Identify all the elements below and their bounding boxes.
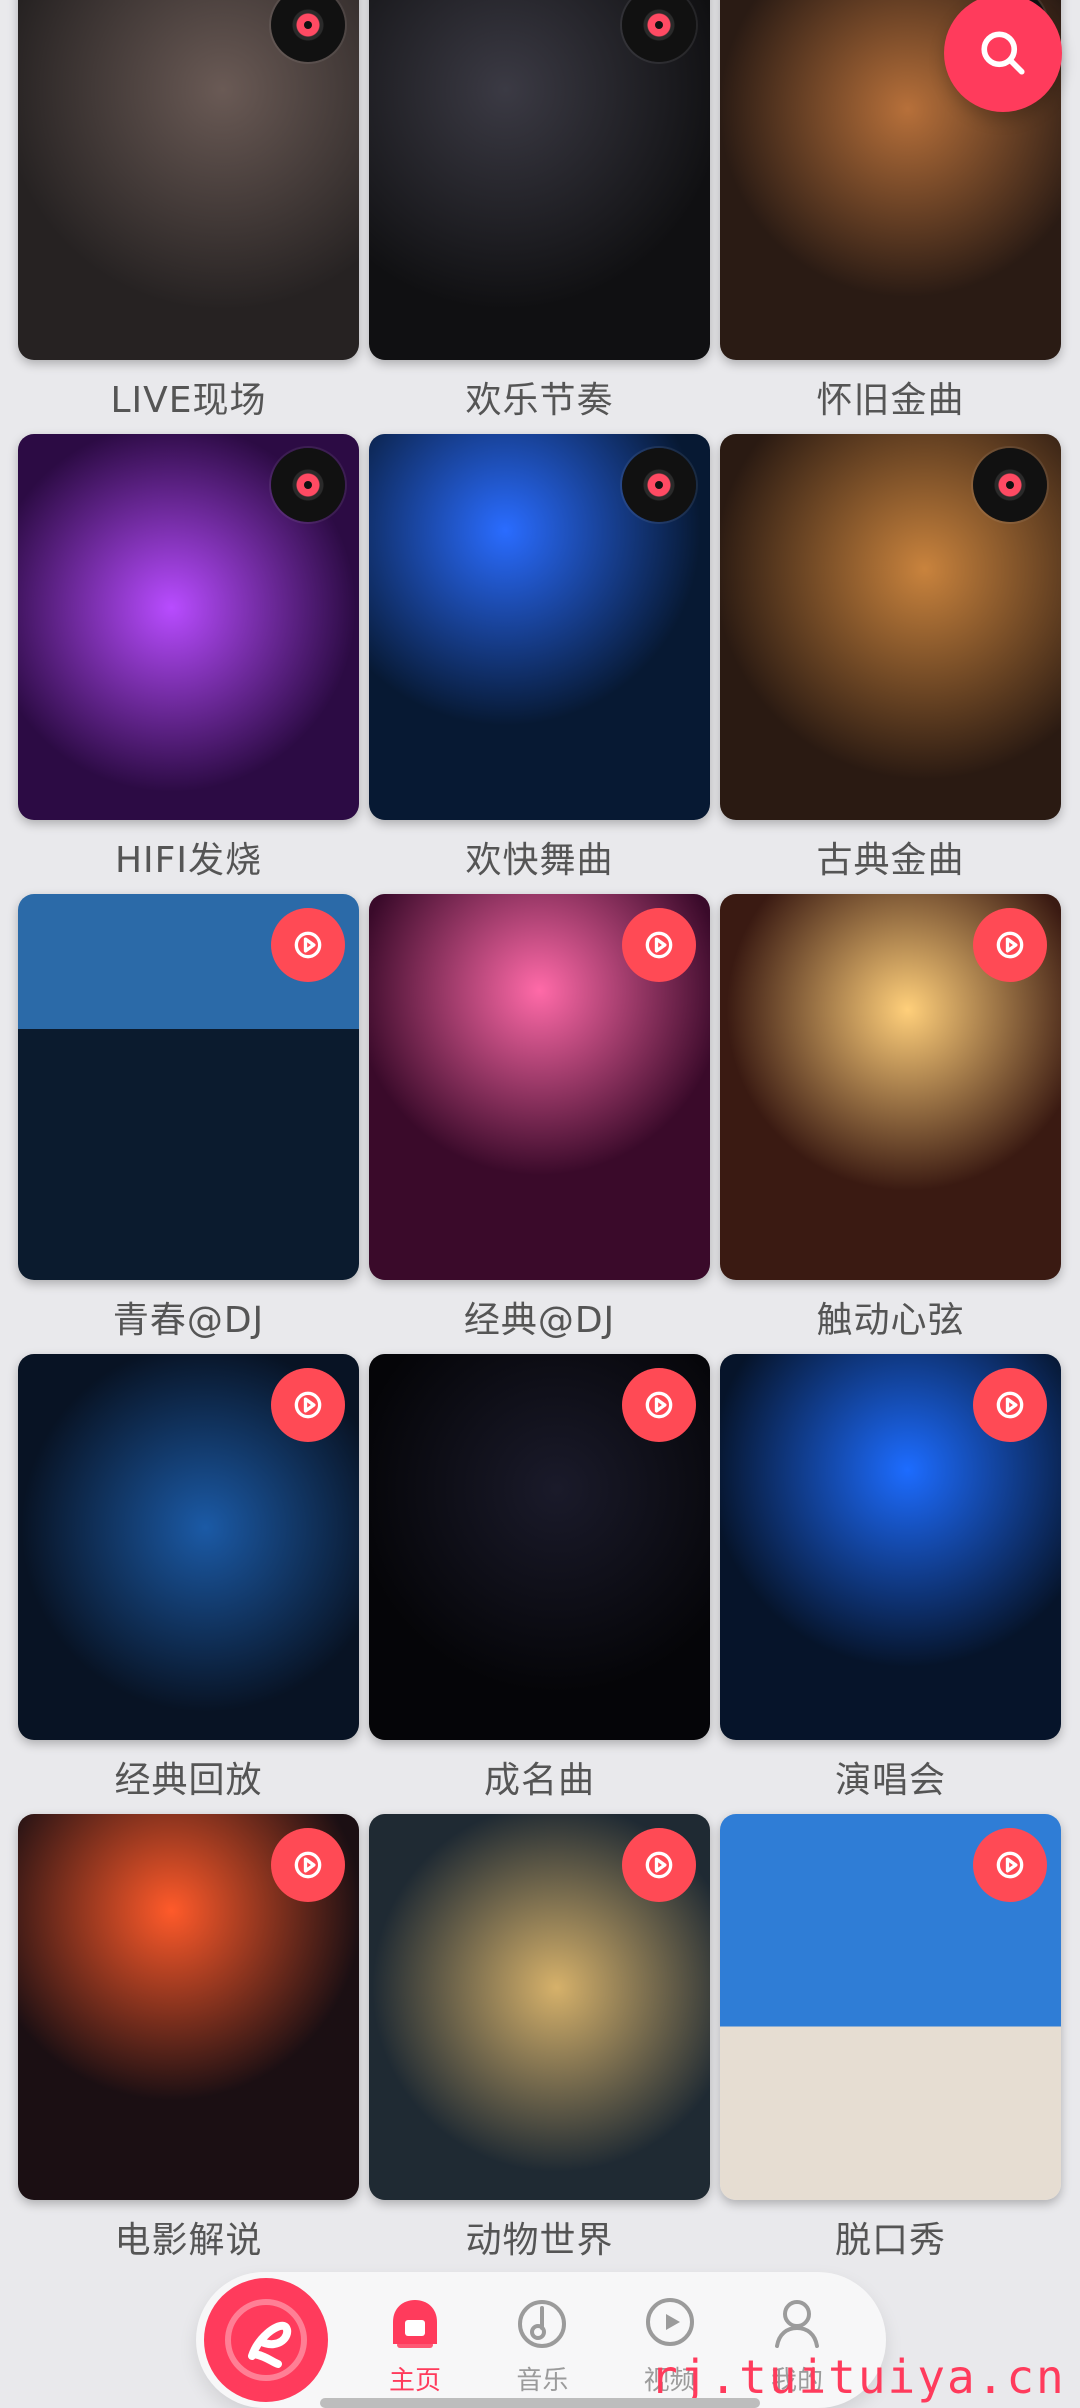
play-icon — [622, 908, 696, 982]
play-icon — [973, 1368, 1047, 1442]
search-icon — [981, 31, 1025, 75]
category-thumbnail[interactable] — [369, 894, 710, 1280]
nav-label: 音乐 — [516, 2366, 569, 2396]
play-glyph — [294, 931, 322, 959]
category-thumbnail[interactable] — [369, 1814, 710, 2200]
record-icon — [622, 448, 696, 522]
home-icon — [383, 2290, 447, 2354]
category-label: 脱口秀 — [834, 2220, 946, 2261]
category-card[interactable]: 欢快舞曲 — [369, 434, 710, 894]
play-icon — [622, 1828, 696, 1902]
play-icon — [271, 908, 345, 982]
play-glyph — [996, 1391, 1024, 1419]
category-label: 经典回放 — [114, 1760, 263, 1801]
category-thumbnail[interactable] — [18, 1814, 359, 2200]
category-card[interactable]: 脱口秀 — [720, 1814, 1061, 2274]
category-thumbnail[interactable] — [369, 1354, 710, 1740]
nav-item-music[interactable]: 音乐 — [483, 2290, 601, 2400]
category-card[interactable]: 动物世界 — [369, 1814, 710, 2274]
screen: { "colors": { "accent": "#ff3b5c", "back… — [0, 0, 1080, 2408]
video-icon — [638, 2290, 702, 2354]
play-icon — [622, 1368, 696, 1442]
category-card[interactable]: LIVE现场 — [18, 0, 359, 434]
nav-item-home[interactable]: 主页 — [356, 2290, 474, 2400]
category-grid: LIVE现场 欢乐节奏 怀旧金曲 HIFI发烧 欢快舞曲 古典金曲 青春@DJ … — [18, 0, 1062, 2274]
play-glyph — [996, 1851, 1024, 1879]
play-icon — [973, 908, 1047, 982]
category-label: HIFI发烧 — [114, 840, 262, 881]
category-card[interactable]: 演唱会 — [720, 1354, 1061, 1814]
category-label: 电影解说 — [114, 2220, 263, 2261]
user-icon — [765, 2290, 829, 2354]
play-icon — [271, 1368, 345, 1442]
category-thumbnail[interactable] — [18, 1354, 359, 1740]
play-icon — [271, 1828, 345, 1902]
nav-label: 主页 — [388, 2366, 441, 2396]
record-icon — [271, 448, 345, 522]
category-label: 欢快舞曲 — [465, 840, 614, 881]
app-logo-icon — [225, 2299, 307, 2381]
record-icon — [973, 448, 1047, 522]
category-card[interactable]: HIFI发烧 — [18, 434, 359, 894]
play-glyph — [645, 1391, 673, 1419]
category-label: 古典金曲 — [816, 840, 965, 881]
category-card[interactable]: 触动心弦 — [720, 894, 1061, 1354]
play-icon — [973, 1828, 1047, 1902]
category-label: 欢乐节奏 — [465, 380, 614, 421]
category-label: 演唱会 — [834, 1760, 946, 1801]
home-indicator — [320, 2398, 760, 2408]
category-card[interactable]: 古典金曲 — [720, 434, 1061, 894]
play-glyph — [996, 931, 1024, 959]
category-thumbnail[interactable] — [720, 894, 1061, 1280]
category-label: 经典@DJ — [463, 1300, 616, 1341]
category-thumbnail[interactable] — [720, 1354, 1061, 1740]
category-thumbnail[interactable] — [369, 434, 710, 820]
play-glyph — [645, 1851, 673, 1879]
category-card[interactable]: 欢乐节奏 — [369, 0, 710, 434]
play-glyph — [294, 1391, 322, 1419]
category-card[interactable]: 青春@DJ — [18, 894, 359, 1354]
category-thumbnail[interactable] — [18, 894, 359, 1280]
play-glyph — [645, 931, 673, 959]
record-icon — [271, 0, 345, 62]
category-label: 动物世界 — [465, 2220, 614, 2261]
record-icon — [622, 0, 696, 62]
category-card[interactable]: 经典@DJ — [369, 894, 710, 1354]
category-thumbnail[interactable] — [18, 434, 359, 820]
category-card[interactable]: 成名曲 — [369, 1354, 710, 1814]
category-thumbnail[interactable] — [18, 0, 359, 360]
play-glyph — [294, 1851, 322, 1879]
category-label: 怀旧金曲 — [816, 380, 965, 421]
category-label: 成名曲 — [483, 1760, 595, 1801]
app-logo-button[interactable] — [204, 2278, 328, 2402]
category-card[interactable]: 电影解说 — [18, 1814, 359, 2274]
category-thumbnail[interactable] — [720, 434, 1061, 820]
category-label: 触动心弦 — [816, 1300, 965, 1341]
category-thumbnail[interactable] — [720, 1814, 1061, 2200]
music-icon — [510, 2290, 574, 2354]
watermark: rj.tuituiya.cn — [650, 2350, 1066, 2404]
category-label: 青春@DJ — [112, 1300, 265, 1341]
category-card[interactable]: 经典回放 — [18, 1354, 359, 1814]
category-thumbnail[interactable] — [369, 0, 710, 360]
category-label: LIVE现场 — [110, 380, 267, 421]
